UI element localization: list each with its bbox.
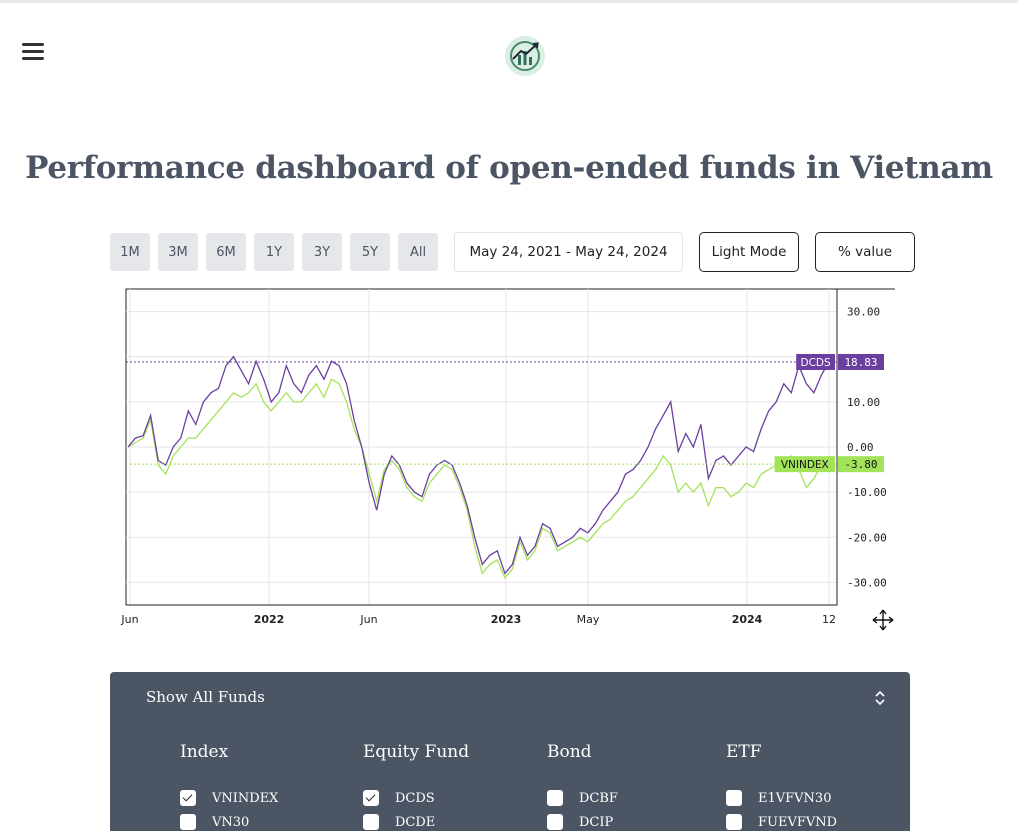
fund-label: DCDS [395, 790, 435, 806]
performance-chart[interactable]: 30.00 10.00 0.00 -10.00 -20.00 -30.00 Jun 2022 J… [110, 285, 910, 635]
range-3y-button[interactable]: 3Y [302, 233, 342, 271]
checkbox[interactable] [363, 790, 379, 806]
top-border [0, 0, 1018, 3]
chevron-up-down-icon[interactable] [872, 688, 888, 708]
range-1y-button[interactable]: 1Y [254, 233, 294, 271]
y-tick-label: 10.00 [847, 396, 880, 409]
x-tick-label: 2023 [491, 613, 522, 626]
y-tick-label: 0.00 [847, 441, 874, 454]
checkbox[interactable] [726, 814, 742, 830]
panel-title[interactable]: Show All Funds [146, 688, 265, 706]
series-value-label: -3.80 [844, 458, 877, 471]
checkbox[interactable] [726, 790, 742, 806]
series-value-label: 18.83 [844, 356, 877, 369]
range-5y-button[interactable]: 5Y [350, 233, 390, 271]
fund-label: FUEVFVND [758, 814, 838, 830]
fund-checkbox-fuevfvnd[interactable]: FUEVFVND [726, 814, 837, 830]
range-all-button[interactable]: All [398, 233, 438, 271]
range-3m-button[interactable]: 3M [158, 233, 198, 271]
percent-value-button[interactable]: % value [815, 232, 915, 272]
fund-checkbox-vnindex[interactable]: VNINDEX [180, 790, 278, 806]
y-tick-label: 30.00 [847, 306, 880, 319]
funds-panel: Show All Funds Index Equity Fund Bond ET… [110, 672, 910, 831]
category-bond: Bond [547, 742, 592, 762]
fund-label: DCBF [579, 790, 618, 806]
fund-checkbox-dcde[interactable]: DCDE [363, 814, 435, 830]
fund-checkbox-e1vfvn30[interactable]: E1VFVN30 [726, 790, 831, 806]
category-etf: ETF [726, 742, 762, 762]
checkbox[interactable] [180, 790, 196, 806]
x-tick-label: Jun [359, 613, 377, 626]
x-tick-label: 2022 [254, 613, 285, 626]
range-1m-button[interactable]: 1M [110, 233, 150, 271]
date-range-input[interactable]: May 24, 2021 - May 24, 2024 [454, 232, 683, 272]
fund-checkbox-dcds[interactable]: DCDS [363, 790, 435, 806]
page-title: Performance dashboard of open-ended fund… [25, 150, 993, 186]
chart-logo-icon[interactable] [504, 35, 546, 77]
fund-checkbox-dcip[interactable]: DCIP [547, 814, 613, 830]
x-tick-label: May [577, 613, 600, 626]
category-index: Index [180, 742, 229, 762]
fund-checkbox-vn30[interactable]: VN30 [180, 814, 249, 830]
y-tick-label: -30.00 [847, 576, 887, 589]
series-name-label: VNINDEX [781, 459, 829, 471]
fund-label: VN30 [212, 814, 250, 830]
checkbox[interactable] [547, 814, 563, 830]
fund-checkbox-dcbf[interactable]: DCBF [547, 790, 618, 806]
hamburger-menu-icon[interactable] [20, 40, 46, 62]
y-tick-label: -20.00 [847, 531, 887, 544]
y-tick-label: -10.00 [847, 486, 887, 499]
category-equity-fund: Equity Fund [363, 742, 470, 762]
checkbox[interactable] [180, 814, 196, 830]
fund-label: E1VFVN30 [758, 790, 832, 806]
x-tick-label: Jun [120, 613, 138, 626]
x-tick-label: 12 [822, 613, 836, 626]
fund-label: DCDE [395, 814, 436, 830]
range-6m-button[interactable]: 6M [206, 233, 246, 271]
pan-move-icon[interactable] [872, 609, 894, 631]
checkbox[interactable] [547, 790, 563, 806]
fund-label: VNINDEX [212, 790, 279, 806]
checkbox[interactable] [363, 814, 379, 830]
light-mode-button[interactable]: Light Mode [699, 232, 799, 272]
fund-label: DCIP [579, 814, 614, 830]
x-tick-label: 2024 [732, 613, 763, 626]
series-name-label: DCDS [801, 357, 832, 369]
